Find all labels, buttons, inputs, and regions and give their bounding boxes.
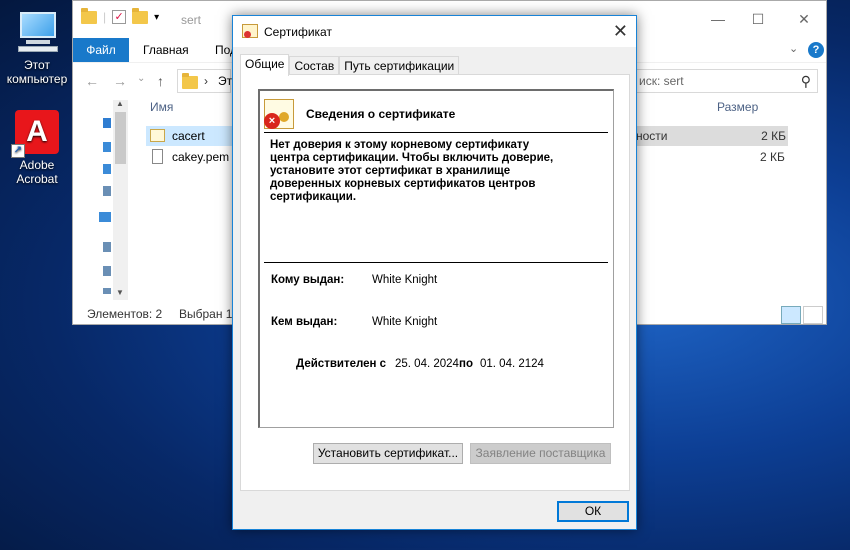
issued-by-value: White Knight — [372, 316, 438, 328]
file-type: ности — [636, 129, 668, 143]
status-item-count: Элементов: 2 — [87, 307, 163, 321]
back-icon[interactable]: ← — [85, 73, 99, 89]
maximize-icon[interactable]: ☐ — [743, 11, 773, 28]
info-header: × Сведения о сертификате — [264, 99, 608, 133]
message-line: Нет доверия к этому корневому сертификат… — [270, 139, 530, 151]
certificate-file-icon — [150, 129, 165, 142]
file-row-cacert-details[interactable]: ности 2 КБ — [628, 126, 788, 146]
downloads-nav-icon[interactable] — [103, 164, 111, 174]
column-header-size[interactable]: Размер — [717, 100, 758, 114]
message-line: сертификации. — [270, 191, 357, 203]
desktop-icon-label: Acrobat — [16, 172, 58, 186]
ribbon-tab-home[interactable]: Главная — [143, 38, 189, 62]
navigation-pane: ▲ ▼ — [73, 99, 129, 300]
column-header-name[interactable]: Имя — [150, 100, 173, 114]
desktop-icon-label: Этот — [24, 58, 50, 72]
file-name: cakey.pem — [172, 150, 230, 164]
documents-nav-icon[interactable] — [103, 186, 111, 196]
issued-to-label: Кому выдан: — [271, 274, 345, 286]
folder-icon — [81, 7, 97, 24]
ok-button[interactable]: ОК — [557, 501, 629, 522]
desktop-icon-adobe-acrobat[interactable]: A ↗ Adobe Acrobat — [2, 110, 72, 186]
help-icon[interactable]: ? — [808, 42, 824, 58]
file-size: 2 КБ — [760, 150, 785, 164]
untrusted-certificate-icon: × — [264, 99, 294, 129]
search-icon[interactable]: ⚲ — [801, 70, 811, 92]
acrobat-icon: A ↗ — [11, 110, 59, 158]
valid-from-value: 25. 04. 2024 — [395, 358, 459, 370]
quick-access-icon[interactable] — [103, 118, 111, 128]
certificate-info-box: × Сведения о сертификате Нет доверия к э… — [258, 89, 614, 428]
tab-certification-path[interactable]: Путь сертификации — [339, 56, 460, 76]
trust-warning-message: Нет доверия к этому корневому сертификат… — [270, 139, 570, 204]
desktop-icon-label: компьютер — [6, 72, 68, 86]
properties-icon[interactable]: ✓ — [112, 10, 127, 24]
file-name: cacert — [172, 129, 205, 143]
customize-toolbar-icon[interactable]: ▾ — [154, 12, 159, 23]
expand-ribbon-icon[interactable]: ⌄ — [789, 42, 798, 55]
desktop-icon-this-pc[interactable]: Этот компьютер — [2, 10, 72, 86]
scrollbar-thumb[interactable] — [115, 112, 126, 164]
valid-to-label: по — [459, 358, 473, 370]
new-folder-icon[interactable] — [132, 7, 149, 24]
issuer-statement-button[interactable]: Заявление поставщика — [470, 443, 611, 464]
shortcut-arrow-icon: ↗ — [11, 144, 25, 158]
issued-to-value: White Knight — [372, 274, 438, 286]
folder-icon — [182, 73, 198, 89]
valid-from-label: Действителен с — [296, 358, 387, 370]
certificate-dialog: Сертификат ✕ Общие Состав Путь сертифика… — [232, 15, 637, 530]
desktop-nav-icon[interactable] — [103, 142, 111, 152]
message-line: центра сертификации. Чтобы включить дове… — [270, 152, 554, 164]
address-field[interactable]: › Это — [177, 69, 239, 93]
separator: | — [103, 10, 107, 24]
status-selected-count: Выбран 1 — [179, 307, 233, 321]
install-certificate-button[interactable]: Установить сертификат... — [313, 443, 463, 464]
general-tab-panel: × Сведения о сертификате Нет доверия к э… — [240, 74, 630, 491]
divider — [264, 262, 608, 263]
dialog-title-bar: Сертификат ✕ — [233, 16, 636, 47]
computer-icon — [14, 10, 60, 54]
this-pc-nav-icon[interactable] — [99, 212, 111, 222]
search-placeholder: иск: sert — [639, 74, 684, 88]
issued-by-label: Кем выдан: — [271, 316, 338, 328]
dialog-tabs: Общие Состав Путь сертификации — [240, 54, 460, 76]
message-line: установите этот сертификат в хранилище — [270, 165, 511, 177]
navigation-scrollbar[interactable]: ▲ ▼ — [113, 99, 128, 300]
desktop-icon-label: Adobe — [19, 158, 55, 172]
info-heading: Сведения о сертификате — [306, 107, 456, 121]
close-icon[interactable]: ✕ — [789, 11, 819, 28]
explorer-title: sert — [181, 13, 202, 27]
quick-access-toolbar: | ✓ ▾ — [81, 7, 159, 24]
tab-general[interactable]: Общие — [240, 54, 290, 76]
file-size: 2 КБ — [761, 129, 786, 143]
certificate-icon — [242, 24, 258, 38]
nav-item-icon[interactable] — [103, 266, 111, 276]
close-icon[interactable]: ✕ — [613, 21, 628, 42]
up-icon[interactable]: ↑ — [157, 73, 164, 89]
search-input[interactable]: иск: sert ⚲ — [628, 69, 818, 93]
document-file-icon — [152, 149, 163, 164]
forward-icon[interactable]: → — [113, 73, 127, 89]
nav-item-icon[interactable] — [103, 288, 111, 294]
tab-details[interactable]: Состав — [289, 56, 340, 76]
minimize-icon[interactable]: — — [703, 11, 733, 27]
large-icons-view-icon[interactable] — [803, 306, 823, 324]
breadcrumb-chevron-icon: › — [204, 74, 208, 88]
nav-item-icon[interactable] — [103, 242, 111, 252]
ribbon-tab-file[interactable]: Файл — [73, 38, 129, 62]
details-view-icon[interactable] — [781, 306, 801, 324]
recent-locations-icon[interactable]: ⌄ — [137, 73, 145, 84]
valid-to-value: 01. 04. 2124 — [480, 358, 544, 370]
dialog-title: Сертификат — [264, 25, 332, 39]
message-line: доверенных корневых сертификатов центров — [270, 178, 536, 190]
